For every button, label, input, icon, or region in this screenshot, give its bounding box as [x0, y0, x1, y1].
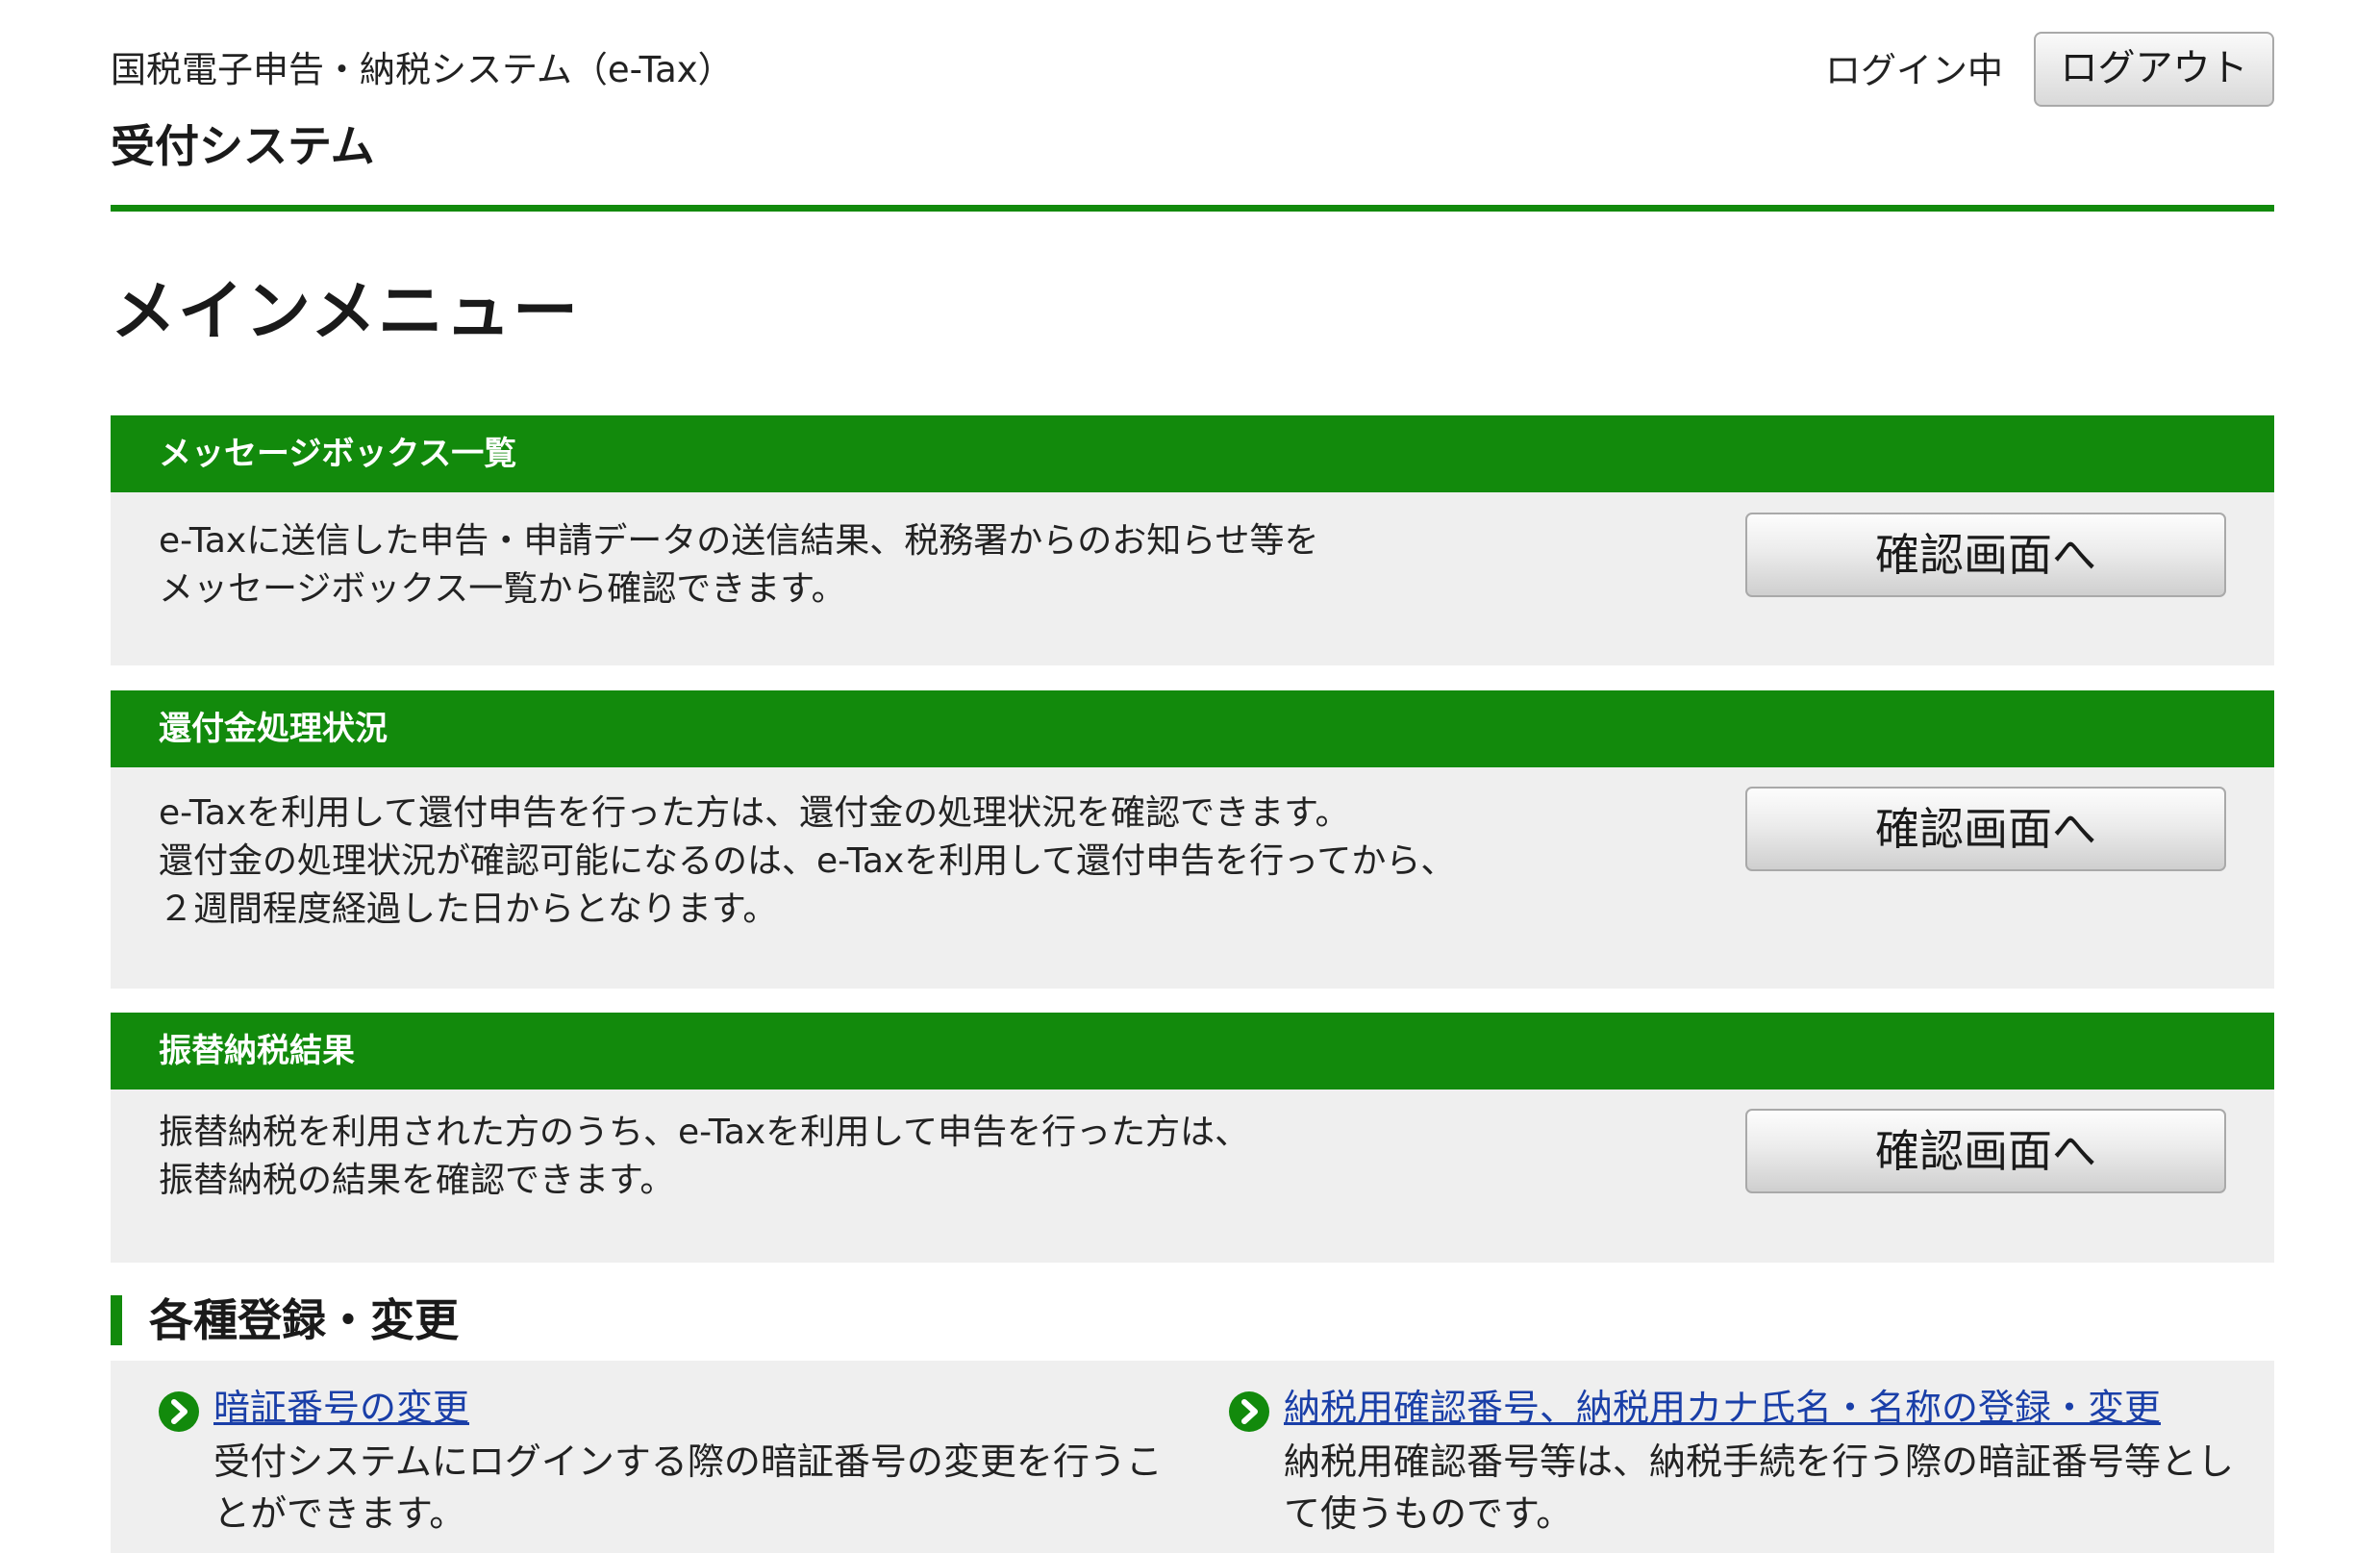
- description-line: e-Taxに送信した申告・申請データの送信結果、税務署からのお知らせ等を: [159, 521, 1319, 561]
- description-line: とができます。: [213, 1492, 466, 1535]
- section-description: e-Taxに送信した申告・申請データの送信結果、税務署からのお知らせ等を メッセ…: [159, 517, 1319, 614]
- section-title: 還付金処理状況: [111, 690, 2274, 767]
- section-body: e-Taxを利用して還付申告を行った方は、還付金の処理状況を確認できます。 還付…: [111, 767, 2274, 989]
- description-line: て使うものです。: [1284, 1492, 1573, 1535]
- section-description: 振替納税を利用された方のうち、e-Taxを利用して申告を行った方は、 振替納税の…: [159, 1109, 1249, 1205]
- confirm-button-message-box[interactable]: 確認画面へ: [1745, 513, 2226, 597]
- chevron-right-circle-icon: [159, 1391, 199, 1432]
- confirm-button-transfer-payment[interactable]: 確認画面へ: [1745, 1109, 2226, 1193]
- description-line: 受付システムにログインする際の暗証番号の変更を行うこ: [213, 1440, 1163, 1483]
- description-line: ２週間程度経過した日からとなります。: [159, 889, 778, 929]
- chevron-right-circle-icon: [1229, 1391, 1269, 1432]
- registration-panel: 暗証番号の変更 受付システムにログインする際の暗証番号の変更を行うこ とができま…: [111, 1361, 2274, 1553]
- payment-code-registration-link[interactable]: 納税用確認番号、納税用カナ氏名・名称の登録・変更: [1284, 1382, 2161, 1434]
- section-transfer-payment: 振替納税結果 振替納税を利用された方のうち、e-Taxを利用して申告を行った方は…: [111, 1013, 2274, 1263]
- registration-description: 受付システムにログインする際の暗証番号の変更を行うこ とができます。: [213, 1436, 1163, 1540]
- registration-heading: 各種登録・変更: [111, 1295, 459, 1345]
- section-message-box: メッセージボックス一覧 e-Taxに送信した申告・申請データの送信結果、税務署か…: [111, 415, 2274, 665]
- section-body: e-Taxに送信した申告・申請データの送信結果、税務署からのお知らせ等を メッセ…: [111, 492, 2274, 665]
- section-refund-status: 還付金処理状況 e-Taxを利用して還付申告を行った方は、還付金の処理状況を確認…: [111, 690, 2274, 989]
- header: 国税電子申告・納税システム（e-Tax） 受付システム ログイン中 ログアウト: [111, 0, 2274, 212]
- description-line: 納税用確認番号等は、納税手続を行う際の暗証番号等とし: [1284, 1440, 2235, 1483]
- sub-system-name: 受付システム: [111, 120, 375, 172]
- logout-button[interactable]: ログアウト: [2034, 32, 2274, 107]
- section-title: メッセージボックス一覧: [111, 415, 2274, 492]
- section-title: 振替納税結果: [111, 1013, 2274, 1090]
- page: 国税電子申告・納税システム（e-Tax） 受付システム ログイン中 ログアウト …: [111, 0, 2274, 1553]
- description-line: 振替納税を利用された方のうち、e-Taxを利用して申告を行った方は、: [159, 1113, 1250, 1152]
- description-line: 振替納税の結果を確認できます。: [159, 1161, 675, 1200]
- confirm-button-refund-status[interactable]: 確認画面へ: [1745, 787, 2226, 871]
- section-description: e-Taxを利用して還付申告を行った方は、還付金の処理状況を確認できます。 還付…: [159, 789, 1455, 934]
- pin-change-link[interactable]: 暗証番号の変更: [213, 1382, 469, 1434]
- page-title: メインメニュー: [111, 274, 580, 350]
- description-line: 還付金の処理状況が確認可能になるのは、e-Taxを利用して還付申告を行ってから、: [159, 841, 1456, 881]
- description-line: e-Taxを利用して還付申告を行った方は、還付金の処理状況を確認できます。: [159, 793, 1350, 833]
- section-body: 振替納税を利用された方のうち、e-Taxを利用して申告を行った方は、 振替納税の…: [111, 1090, 2274, 1263]
- system-name: 国税電子申告・納税システム（e-Tax）: [111, 49, 734, 90]
- registration-description: 納税用確認番号等は、納税手続を行う際の暗証番号等とし て使うものです。: [1284, 1436, 2234, 1540]
- login-status: ログイン中: [1825, 50, 2003, 91]
- description-line: メッセージボックス一覧から確認できます。: [159, 569, 846, 609]
